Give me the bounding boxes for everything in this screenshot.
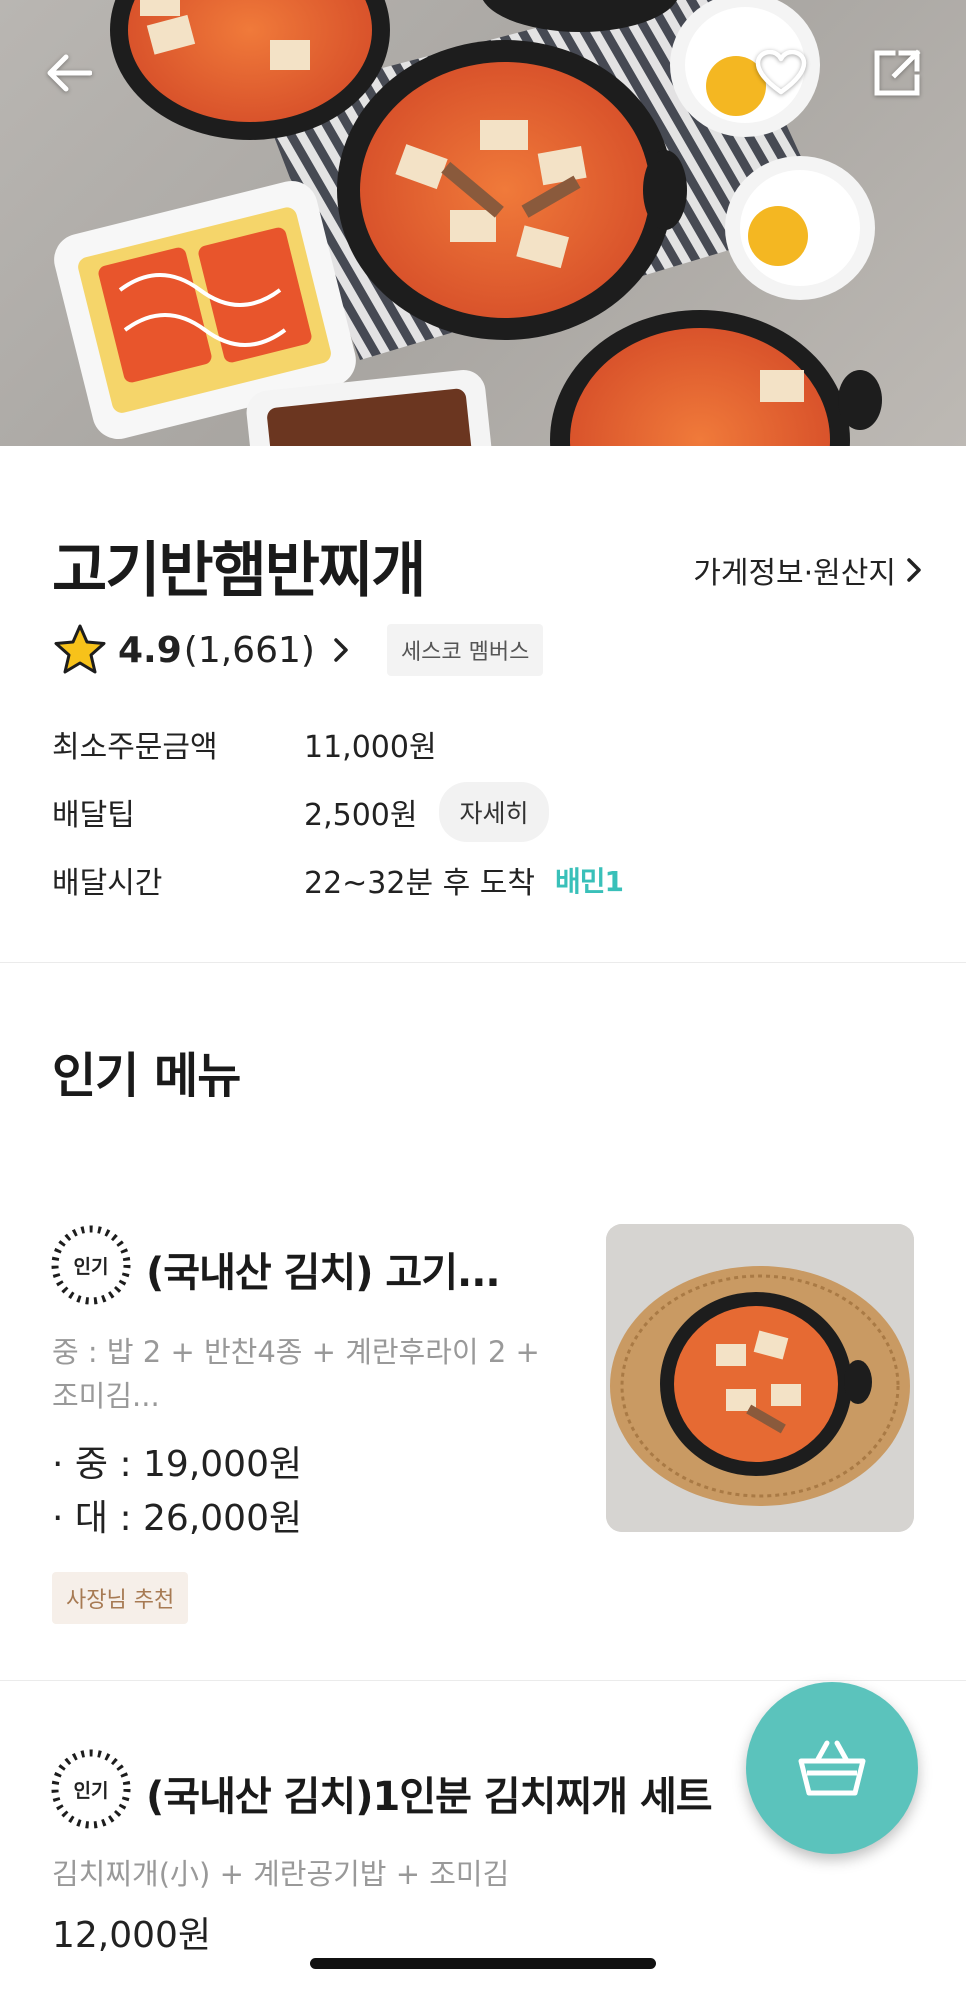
menu-price: 12,000원 bbox=[52, 1915, 212, 1956]
popular-menu-title: 인기 메뉴 bbox=[52, 1048, 241, 1104]
store-info-label: 가게정보·원산지 bbox=[693, 556, 896, 591]
popular-badge-text: 인기 bbox=[73, 1255, 109, 1278]
baemin1-logo: 배민1 bbox=[554, 860, 624, 900]
info-value: 2,500원 bbox=[304, 798, 418, 833]
share-icon bbox=[874, 49, 921, 96]
arrow-left-icon bbox=[47, 54, 92, 92]
back-button[interactable] bbox=[34, 38, 104, 108]
store-hero-image bbox=[0, 0, 966, 446]
store-name: 고기반햄반찌개 bbox=[52, 536, 426, 606]
owner-recommend-badge: 사장님 추천 bbox=[52, 1572, 189, 1624]
info-value: 11,000원 bbox=[304, 730, 437, 765]
menu-description-line: 중 : 밥 2 + 반찬4종 + 계란후라이 2 + bbox=[52, 1335, 540, 1369]
delivery-time-row: 배달시간 22~32분 후 도착 배민1 bbox=[52, 846, 624, 914]
menu-description: 김치찌개(小) + 계란공기밥 + 조미김 bbox=[52, 1857, 510, 1891]
review-count: (1,661) bbox=[183, 629, 315, 671]
rating-row[interactable]: 4.9 (1,661) 세스코 멤버스 bbox=[52, 620, 544, 680]
menu-thumbnail[interactable] bbox=[606, 1224, 914, 1532]
share-button[interactable] bbox=[862, 38, 932, 108]
member-badge: 세스코 멤버스 bbox=[386, 624, 544, 676]
rating-score: 4.9 bbox=[118, 629, 182, 671]
menu-photo bbox=[606, 1224, 914, 1532]
menu-description-line: 조미김... bbox=[52, 1379, 160, 1413]
star-icon bbox=[54, 624, 106, 674]
popular-badge: 인기 bbox=[50, 1748, 132, 1830]
divider bbox=[0, 962, 966, 963]
info-label: 최소주문금액 bbox=[52, 730, 218, 765]
food-photo bbox=[54, 0, 882, 446]
store-info-link[interactable]: 가게정보·원산지 bbox=[693, 548, 922, 592]
info-label: 배달팁 bbox=[52, 798, 135, 833]
info-value: 22~32분 후 도착 bbox=[304, 866, 535, 901]
delivery-info: 최소주문금액 11,000원 배달팁 2,500원 자세히 배달시간 22~32… bbox=[52, 710, 624, 914]
cart-button[interactable] bbox=[746, 1682, 918, 1854]
info-value-wrap: 22~32분 후 도착 배민1 bbox=[304, 858, 624, 902]
divider bbox=[0, 1680, 966, 1681]
basket-icon bbox=[798, 1740, 866, 1796]
min-order-row: 최소주문금액 11,000원 bbox=[52, 710, 623, 778]
menu-name: (국내산 김치)1인분 김치찌개 세트 bbox=[146, 1774, 713, 1820]
baemin1-text: 배민1 bbox=[554, 865, 624, 898]
menu-name: (국내산 김치) 고기... bbox=[146, 1250, 501, 1296]
menu-description: 중 : 밥 2 + 반찬4종 + 계란후라이 2 + 조미김... bbox=[52, 1330, 592, 1418]
home-indicator bbox=[310, 1958, 656, 1969]
delivery-tip-detail-button[interactable]: 자세히 bbox=[439, 782, 549, 842]
info-label: 배달시간 bbox=[52, 866, 163, 901]
info-value-wrap: 2,500원 자세히 bbox=[304, 782, 549, 842]
heart-icon bbox=[755, 50, 807, 95]
popular-badge-text: 인기 bbox=[73, 1779, 109, 1802]
menu-prices: · 중 : 19,000원 · 대 : 26,000원 bbox=[52, 1438, 302, 1546]
like-button[interactable] bbox=[746, 38, 816, 108]
chevron-right-icon bbox=[907, 558, 921, 582]
menu-price: · 대 : 26,000원 bbox=[52, 1498, 303, 1539]
chevron-right-icon bbox=[333, 637, 349, 663]
menu-price: · 중 : 19,000원 bbox=[52, 1444, 303, 1485]
delivery-tip-row: 배달팁 2,500원 자세히 bbox=[52, 778, 623, 846]
popular-badge: 인기 bbox=[50, 1224, 132, 1306]
